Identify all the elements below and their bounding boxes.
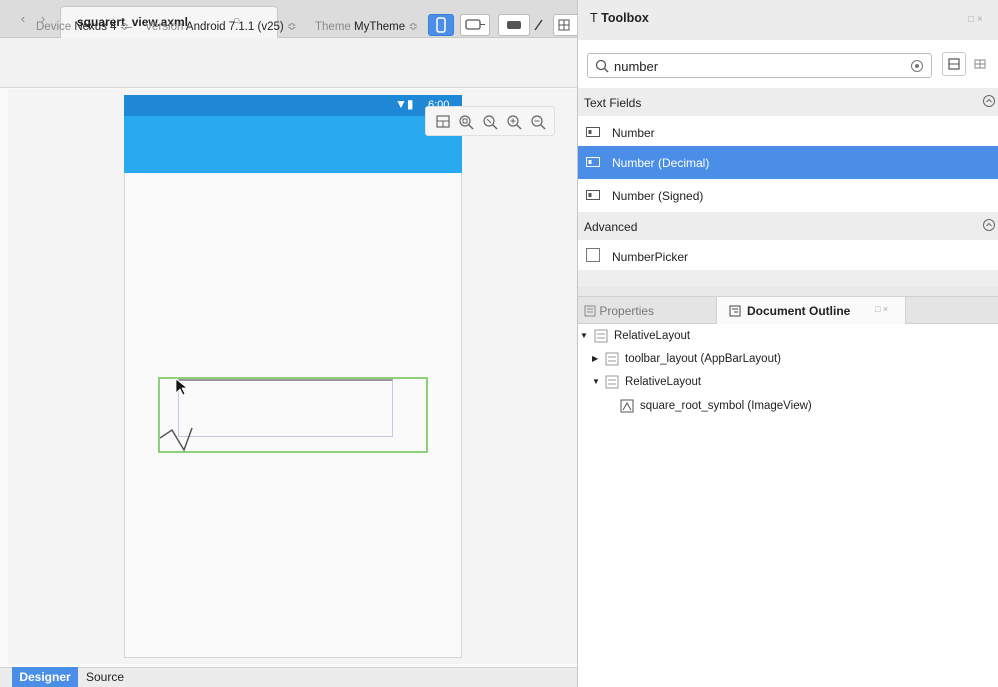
mouse-cursor-icon — [175, 378, 189, 396]
theme-selector[interactable]: Theme MyTheme ≎ — [315, 19, 418, 33]
tab-source[interactable]: Source — [86, 670, 124, 684]
landscape-button[interactable] — [460, 14, 490, 36]
expand-arrow-icon[interactable]: ▼ — [580, 331, 588, 340]
device-toolbar — [0, 38, 577, 88]
section-title: Advanced — [584, 220, 638, 234]
tree-node-toolbar-layout[interactable]: ▶ toolbar_layout (AppBarLayout) — [578, 349, 998, 371]
version-value: Android 7.1.1 (v25) — [185, 21, 284, 33]
tree-node-square-root-symbol[interactable]: square_root_symbol (ImageView) — [578, 396, 998, 418]
wand-icon[interactable] — [533, 16, 545, 34]
toolbox-footer — [578, 270, 998, 287]
list-view-button[interactable] — [942, 52, 966, 76]
device-selector[interactable]: Device Nexus 4 ≎ — [36, 19, 129, 33]
item-label: NumberPicker — [612, 250, 689, 264]
properties-icon — [584, 305, 596, 317]
landscape-icon — [465, 19, 485, 30]
app-bar[interactable] — [124, 116, 462, 173]
device-label: Device — [36, 21, 72, 33]
toolbox-item-numberpicker[interactable]: NumberPicker — [578, 240, 998, 273]
toolbox-search[interactable] — [587, 53, 932, 78]
collapse-icon[interactable] — [982, 94, 996, 108]
tree-node-relativelayout-child[interactable]: ▼ RelativeLayout — [578, 372, 998, 394]
device-value: Nexus 4 — [74, 21, 117, 33]
wifi-battery-icon: ▼▮ — [395, 97, 414, 111]
clear-search-icon[interactable] — [910, 59, 924, 73]
grid-view-icon[interactable] — [972, 56, 988, 72]
stepper-icon: ≎ — [408, 21, 418, 33]
toolbox-icon: T — [590, 11, 598, 25]
zoom-actual-icon[interactable] — [457, 113, 475, 131]
back-arrow-icon[interactable]: ‹ — [16, 11, 30, 27]
numberpicker-icon — [586, 248, 600, 262]
node-label: RelativeLayout — [625, 376, 702, 388]
toolbox-title-text: Toolbox — [601, 11, 649, 25]
fit-layout-icon[interactable] — [434, 113, 452, 131]
zoom-toolbar — [425, 106, 555, 136]
zoom-in-icon[interactable] — [505, 113, 523, 131]
portrait-button[interactable] — [428, 14, 454, 36]
version-label: Version — [145, 21, 184, 33]
text-field-icon — [586, 127, 600, 137]
node-label: toolbar_layout (AppBarLayout) — [625, 353, 781, 365]
theme-label: Theme — [315, 21, 351, 33]
node-label: RelativeLayout — [614, 330, 691, 342]
layout-icon — [605, 352, 619, 366]
grid-icon — [558, 19, 570, 31]
section-text-fields[interactable]: Text Fields — [578, 88, 998, 116]
theme-value: MyTheme — [354, 21, 406, 33]
layout-options-button[interactable] — [553, 14, 577, 36]
toolbox-item-number[interactable]: Number — [578, 116, 998, 149]
image-view-bounds — [178, 379, 393, 437]
tab-properties[interactable]: Properties — [584, 304, 654, 318]
document-outline-icon — [729, 305, 741, 317]
device-frame-icon — [507, 21, 521, 29]
zoom-out-icon[interactable] — [529, 113, 547, 131]
text-field-icon — [586, 190, 600, 200]
item-label: Number — [612, 126, 655, 140]
portrait-icon — [436, 17, 446, 33]
stepper-icon: ≎ — [119, 21, 130, 33]
section-title: Text Fields — [584, 96, 642, 110]
section-advanced[interactable]: Advanced — [578, 212, 998, 240]
toolbox-title: T Toolbox — [590, 11, 649, 25]
item-label: Number (Decimal) — [612, 156, 710, 170]
expand-arrow-icon[interactable]: ▼ — [592, 377, 600, 386]
stepper-icon: ≎ — [286, 21, 297, 33]
collapse-icon[interactable] — [982, 218, 996, 232]
collapsed-arrow-icon[interactable]: ▶ — [592, 354, 598, 363]
version-selector[interactable]: Version Android 7.1.1 (v25) ≎ — [145, 19, 297, 33]
search-icon — [595, 59, 609, 73]
text-field-icon — [586, 157, 600, 167]
device-frame-button[interactable] — [498, 14, 530, 36]
zoom-fit-icon[interactable] — [481, 113, 499, 131]
panel-window-controls[interactable]: □ × — [968, 14, 983, 25]
tree-node-relativelayout[interactable]: ▼ RelativeLayout — [578, 326, 998, 348]
item-label: Number (Signed) — [612, 189, 704, 203]
imageview-icon — [620, 399, 634, 413]
layout-icon — [594, 329, 608, 343]
toolbox-item-number-signed[interactable]: Number (Signed) — [578, 179, 998, 212]
tab-label: Document Outline — [747, 304, 851, 318]
square-root-symbol-image — [160, 427, 193, 452]
toolbox-item-number-decimal[interactable]: Number (Decimal) — [578, 146, 998, 179]
tab-document-outline[interactable]: Document Outline □ × — [716, 297, 906, 324]
panel-close-icon[interactable]: □ × — [875, 304, 888, 314]
node-label: square_root_symbol (ImageView) — [640, 400, 812, 412]
list-view-icon — [948, 58, 960, 70]
layout-icon — [605, 375, 619, 389]
search-input[interactable] — [614, 57, 904, 75]
tab-label: Properties — [599, 304, 655, 318]
tab-designer[interactable]: Designer — [12, 667, 78, 687]
